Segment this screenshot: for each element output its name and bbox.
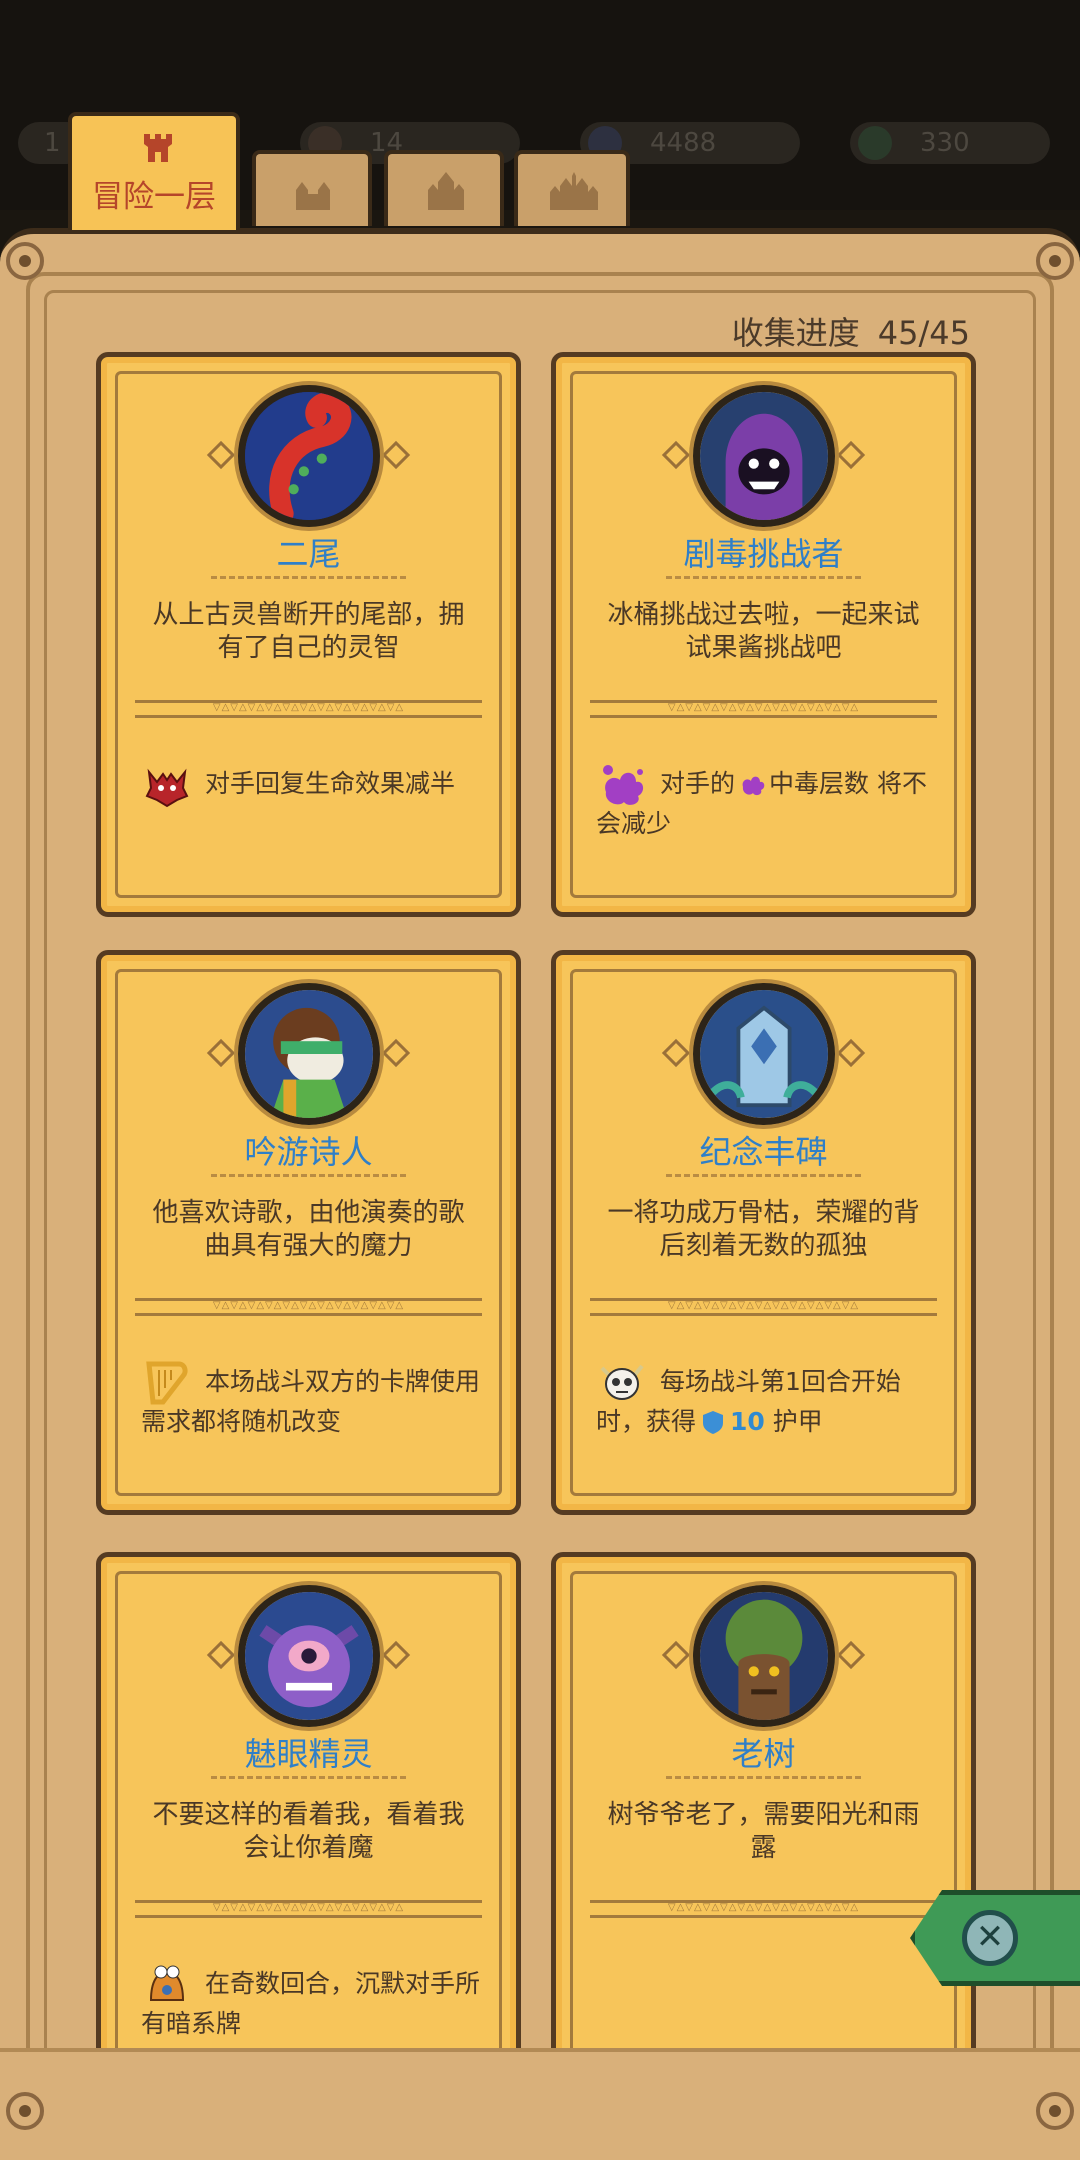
poison-icon [742,776,765,796]
panel-corner-ornament [6,242,44,280]
close-button[interactable]: ✕ [962,1910,1018,1966]
name-underline [666,1773,861,1779]
name-underline [666,573,861,579]
card-effect-text-2: 护甲 [772,1407,823,1436]
crystal-value: 4488 [650,128,717,158]
bell-creature-icon [141,1962,193,2008]
castle-small-icon [296,182,330,210]
card-divider [135,700,482,718]
name-underline [211,1171,406,1177]
card-name: 魅眼精灵 [244,1735,373,1773]
card-description: 一将功成万骨枯，荣耀的背后刻着无数的孤独 [607,1198,920,1261]
tower-icon [144,134,172,162]
monument-monster-icon [699,990,828,1118]
card-divider [135,1900,482,1918]
card-description: 冰桶挑战过去啦，一起来试试果酱挑战吧 [607,600,920,663]
tab-floor-4[interactable] [514,150,630,226]
card-description: 树爷爷老了，需要阳光和雨露 [607,1800,920,1863]
card-effect: 本场战斗双方的卡牌使用需求都将随机改变 [141,1360,480,1437]
card-description: 不要这样的看着我，看着我会让你着魔 [152,1800,465,1863]
card-effect: 对手回复生命效果减半 [141,762,480,808]
card-divider [590,700,937,718]
collection-progress-count: 45/45 [877,314,970,352]
level-value: 1 [44,128,61,158]
bard-monster-icon [244,990,373,1118]
card-effect: 在奇数回合，沉默对手所有暗系牌 [141,1962,480,2039]
close-icon: ✕ [975,1917,1005,1957]
purple-ghost-monster-icon [699,392,828,520]
leaf-value: 330 [920,128,970,158]
card-effect: 每场战斗第1回合开始时，获得 10 护甲 [596,1360,935,1437]
card-name: 吟游诗人 [244,1133,373,1171]
monster-portrait [237,1585,380,1727]
charm-eye-monster-icon [244,1592,373,1720]
name-underline [666,1171,861,1177]
collection-progress-label: 收集进度 [731,314,860,352]
monster-card-2[interactable]: 剧毒挑战者 冰桶挑战过去啦，一起来试试果酱挑战吧 对手的中毒层数 将不会减少 [551,352,976,917]
monster-card-1[interactable]: 二尾 从上古灵兽断开的尾部，拥有了自己的灵智 对手回复生命效果减半 [96,352,521,917]
monster-portrait [692,1585,835,1727]
card-name: 老树 [731,1735,796,1773]
card-divider [590,1900,937,1918]
monster-card-6[interactable]: 老树 树爷爷老了，需要阳光和雨露 [551,1552,976,2117]
monster-card-5[interactable]: 魅眼精灵 不要这样的看着我，看着我会让你着魔 在奇数回合，沉默对手所有暗系牌 [96,1552,521,2117]
tab-floor-3[interactable] [384,150,504,226]
poison-splat-icon [596,762,648,808]
panel-corner-ornament [1036,242,1074,280]
leaf-stat: 330 [850,122,1050,164]
armor-shield-icon [703,1411,724,1434]
skull-icon [596,1360,648,1406]
tab-floor-2[interactable] [252,150,372,226]
castle-medium-icon [428,172,464,210]
tab-floor-1-label: 冒险一层 [92,179,216,215]
card-description: 从上古灵兽断开的尾部，拥有了自己的灵智 [152,600,465,663]
red-tail-monster-icon [244,392,373,520]
card-description: 他喜欢诗歌，由他演奏的歌曲具有强大的魔力 [152,1198,465,1261]
monster-portrait [237,983,380,1125]
panel-bottom-edge [0,2048,1080,2160]
card-effect-text: 对手的 [660,769,736,798]
monster-portrait [237,385,380,527]
leaf-icon [858,126,892,160]
card-effect-text: 对手回复生命效果减半 [205,769,456,798]
panel-corner-ornament [1036,2092,1074,2130]
castle-large-icon [550,172,598,210]
collection-progress: 收集进度 45/45 [732,308,970,354]
panel-corner-ornament [6,2092,44,2130]
old-tree-monster-icon [699,1592,828,1720]
horned-beast-icon [141,762,193,808]
card-divider [590,1298,937,1316]
name-underline [211,573,406,579]
card-name: 纪念丰碑 [699,1133,828,1171]
card-divider [135,1298,482,1316]
monster-portrait [692,983,835,1125]
monster-card-3[interactable]: 吟游诗人 他喜欢诗歌，由他演奏的歌曲具有强大的魔力 本场战斗双方的卡牌使用需求都… [96,950,521,1515]
harp-icon [141,1360,193,1406]
card-name: 二尾 [276,535,341,573]
armor-value: 10 [730,1407,765,1436]
card-effect: 对手的 中毒层数 将不会减少 [596,762,935,839]
monster-portrait [692,385,835,527]
card-name: 剧毒挑战者 [683,535,844,573]
monster-card-4[interactable]: 纪念丰碑 一将功成万骨枯，荣耀的背后刻着无数的孤独 每场战斗第1回合开始时，获得… [551,950,976,1515]
tab-floor-1[interactable]: 冒险一层 [68,112,240,230]
name-underline [211,1773,406,1779]
